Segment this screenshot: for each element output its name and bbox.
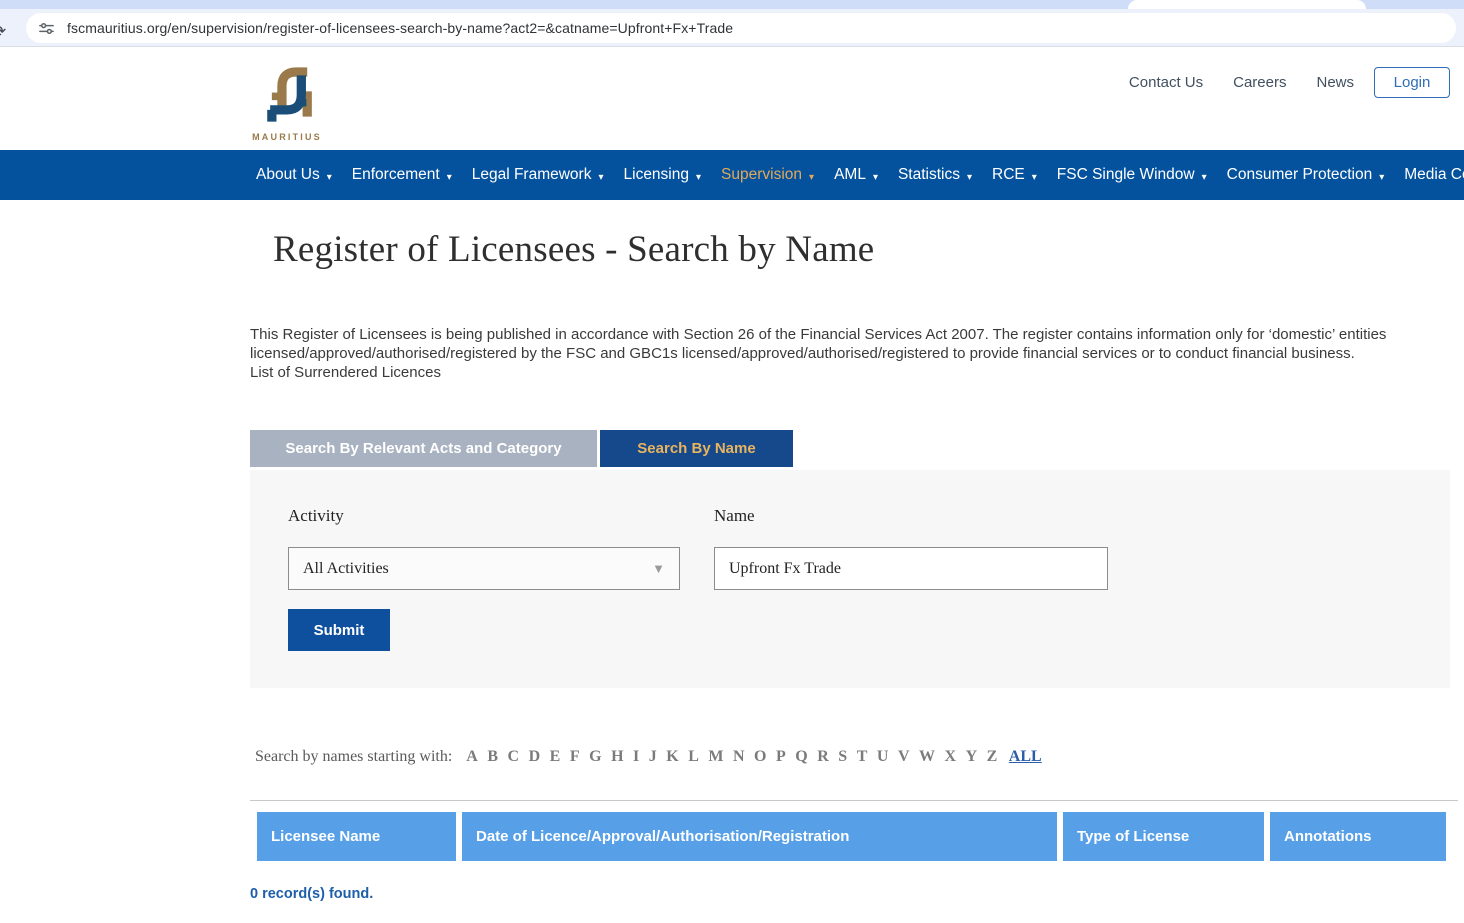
letter-link-h[interactable]: H — [611, 748, 623, 766]
chevron-down-icon: ▾ — [327, 172, 332, 183]
nav-item-licensing[interactable]: Licensing▾ — [614, 150, 712, 200]
letter-link-q[interactable]: Q — [795, 748, 807, 766]
intro-text: This Register of Licensees is being publ… — [250, 326, 1386, 362]
letter-link-w[interactable]: W — [919, 748, 935, 766]
site-header: MAURITIUS Contact Us Careers News Login — [0, 47, 1464, 150]
site-settings-icon[interactable] — [38, 20, 55, 37]
chevron-down-icon: ▾ — [1379, 172, 1384, 183]
chevron-down-icon: ▾ — [1032, 172, 1037, 183]
letter-link-f[interactable]: F — [570, 748, 580, 766]
chevron-down-icon: ▾ — [598, 172, 603, 183]
address-bar[interactable]: fscmauritius.org/en/supervision/register… — [26, 13, 1456, 43]
letter-link-e[interactable]: E — [550, 748, 561, 766]
letter-link-all[interactable]: ALL — [1009, 748, 1042, 766]
tab-search-by-name[interactable]: Search By Name — [600, 430, 793, 467]
letter-link-b[interactable]: B — [487, 748, 498, 766]
nav-item-legal-framework[interactable]: Legal Framework▾ — [462, 150, 614, 200]
header-link-contact-us[interactable]: Contact Us — [1129, 74, 1203, 91]
letter-link-z[interactable]: Z — [987, 748, 998, 766]
logo-word: MAURITIUS — [252, 132, 322, 142]
alphabet-filter: Search by names starting with: A B C D E… — [255, 748, 1042, 766]
letter-link-u[interactable]: U — [877, 748, 889, 766]
col-header-type: Type of License — [1063, 812, 1264, 861]
records-found-text: 0 record(s) found. — [250, 886, 373, 902]
page-title: Register of Licensees - Search by Name — [273, 228, 874, 271]
results-table-header: Licensee Name Date of Licence/Approval/A… — [250, 812, 1450, 861]
nav-item-rce[interactable]: RCE▾ — [982, 150, 1047, 200]
activity-select[interactable]: All Activities ▼ — [288, 547, 680, 590]
header-link-careers[interactable]: Careers — [1233, 74, 1286, 91]
fsc-logo-icon — [256, 61, 318, 125]
letter-link-l[interactable]: L — [688, 748, 699, 766]
reload-icon[interactable]: ⟳ — [0, 23, 10, 41]
nav-item-supervision[interactable]: Supervision▾ — [711, 150, 824, 200]
letter-link-k[interactable]: K — [666, 748, 678, 766]
chevron-down-icon: ▾ — [809, 172, 814, 183]
col-header-date: Date of Licence/Approval/Authorisation/R… — [462, 812, 1057, 861]
chevron-down-icon: ▾ — [447, 172, 452, 183]
activity-label: Activity — [288, 506, 344, 526]
browser-toolbar: ⟳ fscmauritius.org/en/supervision/regist… — [0, 9, 1464, 47]
letter-link-r[interactable]: R — [817, 748, 829, 766]
chevron-down-icon: ▾ — [1202, 172, 1207, 183]
header-link-news[interactable]: News — [1316, 74, 1354, 91]
letter-link-j[interactable]: J — [649, 748, 657, 766]
letter-link-i[interactable]: I — [633, 748, 639, 766]
browser-active-tab[interactable] — [1128, 0, 1366, 9]
letter-link-x[interactable]: X — [945, 748, 957, 766]
nav-item-media-corner[interactable]: Media Corner▾ — [1394, 150, 1464, 200]
chevron-down-icon: ▾ — [873, 172, 878, 183]
col-header-licensee-name: Licensee Name — [257, 812, 456, 861]
browser-tab-strip — [0, 0, 1464, 9]
main-navigation: About Us▾ Enforcement▾ Legal Framework▾ … — [0, 150, 1464, 200]
letter-link-c[interactable]: C — [508, 748, 520, 766]
select-arrow-icon: ▼ — [652, 561, 665, 577]
chevron-down-icon: ▾ — [696, 172, 701, 183]
nav-item-enforcement[interactable]: Enforcement▾ — [342, 150, 462, 200]
letter-link-t[interactable]: T — [857, 748, 868, 766]
alphabet-prefix: Search by names starting with: — [255, 748, 452, 766]
letter-link-o[interactable]: O — [754, 748, 766, 766]
nav-item-consumer-protection[interactable]: Consumer Protection▾ — [1217, 150, 1395, 200]
letter-link-y[interactable]: Y — [966, 748, 978, 766]
tab-search-by-acts-category[interactable]: Search By Relevant Acts and Category — [250, 430, 597, 467]
name-label: Name — [714, 506, 755, 526]
table-top-divider — [250, 800, 1458, 801]
letter-link-p[interactable]: P — [776, 748, 786, 766]
letter-link-g[interactable]: G — [589, 748, 601, 766]
letter-link-v[interactable]: V — [898, 748, 910, 766]
letter-link-a[interactable]: A — [466, 748, 478, 766]
nav-item-aml[interactable]: AML▾ — [824, 150, 888, 200]
letter-link-m[interactable]: M — [708, 748, 723, 766]
search-form-panel: Activity Name All Activities ▼ Submit — [250, 470, 1450, 688]
name-input[interactable] — [714, 547, 1108, 590]
fsc-logo[interactable]: MAURITIUS — [252, 61, 322, 142]
nav-item-statistics[interactable]: Statistics▾ — [888, 150, 982, 200]
login-button[interactable]: Login — [1374, 67, 1450, 98]
letter-link-s[interactable]: S — [838, 748, 847, 766]
submit-button[interactable]: Submit — [288, 609, 390, 651]
surrendered-licences-link[interactable]: List of Surrendered Licences — [250, 364, 441, 381]
chevron-down-icon: ▾ — [967, 172, 972, 183]
nav-item-fsc-single-window[interactable]: FSC Single Window▾ — [1047, 150, 1217, 200]
letter-link-d[interactable]: D — [529, 748, 541, 766]
nav-item-about-us[interactable]: About Us▾ — [246, 150, 342, 200]
search-tabs: Search By Relevant Acts and Category Sea… — [250, 430, 793, 467]
header-links: Contact Us Careers News — [1129, 74, 1354, 91]
col-header-annotations: Annotations — [1270, 812, 1446, 861]
intro-paragraph: This Register of Licensees is being publ… — [250, 325, 1440, 382]
url-text[interactable]: fscmauritius.org/en/supervision/register… — [67, 20, 733, 36]
letter-link-n[interactable]: N — [733, 748, 745, 766]
